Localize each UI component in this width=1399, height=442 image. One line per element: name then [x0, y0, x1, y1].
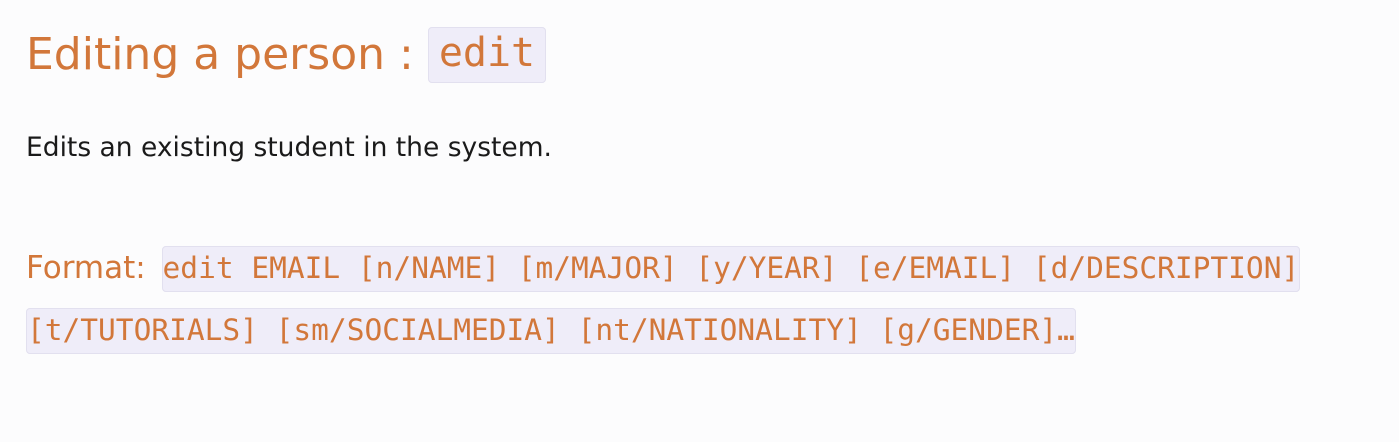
format-label: Format:: [26, 250, 146, 286]
heading-command-code: edit: [427, 27, 547, 83]
format-command-code: edit EMAIL [n/NAME] [m/MAJOR] [y/YEAR] […: [26, 246, 1301, 354]
section-heading: Editing a person : edit: [26, 22, 547, 89]
command-description: Edits an existing student in the system.: [26, 132, 552, 163]
section-heading-text: Editing a person :: [26, 29, 428, 80]
format-line: Format: edit EMAIL [n/NAME] [m/MAJOR] [y…: [26, 237, 1346, 361]
